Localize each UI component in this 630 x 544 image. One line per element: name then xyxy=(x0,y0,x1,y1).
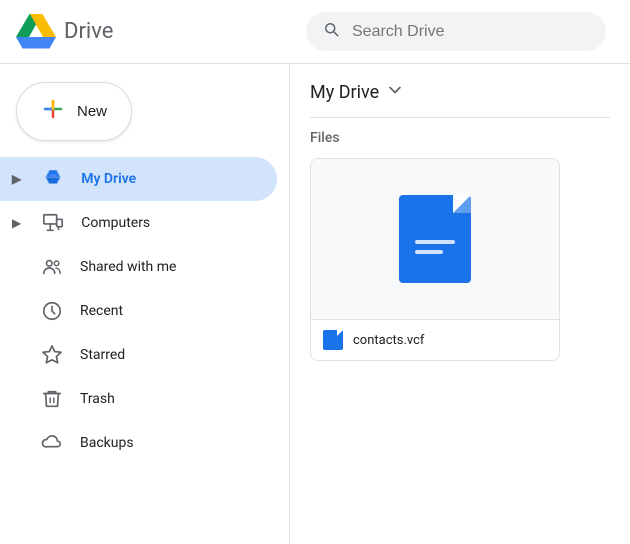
backups-icon xyxy=(40,431,64,455)
sidebar-item-my-drive[interactable]: ▶ My Drive xyxy=(0,157,277,201)
computers-icon xyxy=(41,211,65,235)
file-icon-small xyxy=(323,330,343,350)
sidebar-item-shared[interactable]: Shared with me xyxy=(0,245,277,289)
doc-icon-large xyxy=(399,195,471,283)
expand-arrow-my-drive: ▶ xyxy=(12,172,21,186)
file-info: contacts.vcf xyxy=(311,319,559,360)
sidebar-label-my-drive: My Drive xyxy=(81,171,136,187)
main-layout: New ▶ My Drive ▶ xyxy=(0,64,630,544)
expand-arrow-computers: ▶ xyxy=(12,216,21,230)
search-icon xyxy=(322,20,340,43)
new-button-label: New xyxy=(77,103,107,120)
content-area: My Drive Files xyxy=(290,64,630,544)
search-input[interactable] xyxy=(352,23,590,41)
app-title: Drive xyxy=(64,19,113,44)
sidebar-item-starred[interactable]: Starred xyxy=(0,333,277,377)
drive-logo-icon xyxy=(16,14,56,50)
content-divider xyxy=(310,117,610,118)
plus-icon xyxy=(41,97,65,126)
sidebar-item-computers[interactable]: ▶ Computers xyxy=(0,201,277,245)
file-name: contacts.vcf xyxy=(353,333,424,348)
header: Drive xyxy=(0,0,630,64)
sidebar-item-trash[interactable]: Trash xyxy=(0,377,277,421)
recent-icon xyxy=(40,299,64,323)
doc-line-1 xyxy=(415,240,455,244)
files-section-label: Files xyxy=(310,130,610,146)
files-grid: contacts.vcf xyxy=(310,158,610,361)
file-preview xyxy=(311,159,559,319)
sidebar-label-starred: Starred xyxy=(80,347,125,363)
search-bar[interactable] xyxy=(306,12,606,51)
sidebar-label-backups: Backups xyxy=(80,435,134,451)
sidebar: New ▶ My Drive ▶ xyxy=(0,64,290,544)
starred-icon xyxy=(40,343,64,367)
sidebar-item-backups[interactable]: Backups xyxy=(0,421,277,465)
my-drive-dropdown-arrow[interactable] xyxy=(385,80,405,105)
logo-area: Drive xyxy=(16,14,306,50)
doc-line-2 xyxy=(415,250,443,254)
sidebar-label-recent: Recent xyxy=(80,303,123,319)
new-button[interactable]: New xyxy=(16,82,132,141)
my-drive-icon xyxy=(41,167,65,191)
content-title: My Drive xyxy=(310,82,379,103)
sidebar-item-recent[interactable]: Recent xyxy=(0,289,277,333)
shared-icon xyxy=(40,255,64,279)
trash-icon xyxy=(40,387,64,411)
file-card[interactable]: contacts.vcf xyxy=(310,158,560,361)
sidebar-label-computers: Computers xyxy=(81,215,150,231)
sidebar-label-trash: Trash xyxy=(80,391,115,407)
content-header: My Drive xyxy=(310,80,610,105)
sidebar-label-shared: Shared with me xyxy=(80,259,176,275)
doc-lines xyxy=(415,240,455,254)
